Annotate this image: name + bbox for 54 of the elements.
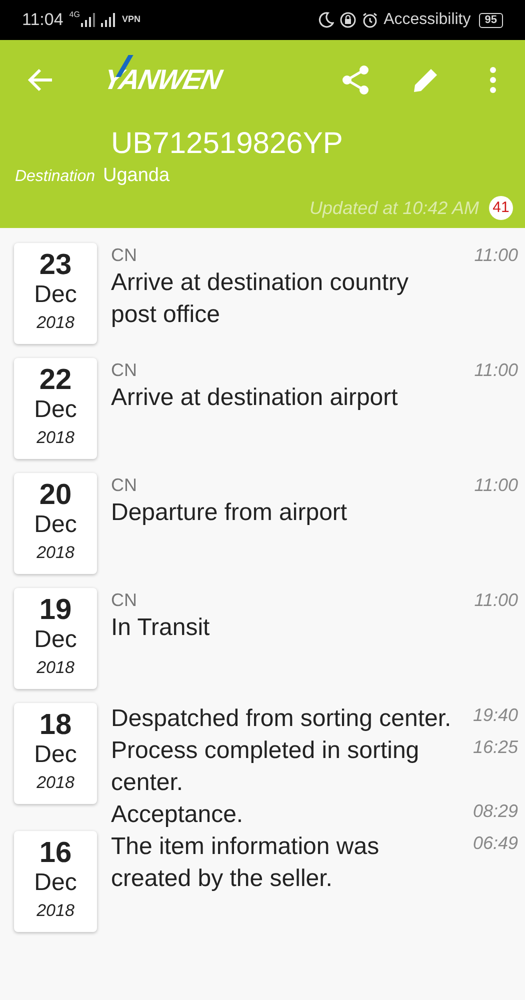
date-year: 2018	[36, 772, 74, 794]
event-text: Process completed in sorting center.	[111, 736, 420, 798]
date-day: 22	[39, 364, 72, 396]
signal-icon	[100, 13, 117, 27]
event-text: Acceptance.	[111, 800, 244, 830]
event-text: In Transit	[111, 613, 211, 643]
date-day: 19	[39, 594, 72, 626]
count-badge: 41	[489, 196, 513, 220]
accessibility-label: Accessibility	[384, 10, 471, 30]
date-month: Dec	[34, 511, 77, 539]
date-year: 2018	[36, 312, 74, 334]
event-time: 11:00	[473, 589, 518, 612]
tracking-number: UB712519826YP	[111, 126, 344, 162]
date-day: 23	[39, 249, 72, 281]
date-day: 18	[39, 709, 72, 741]
event-text: The item information was created by the seller.	[111, 832, 380, 894]
origin-code: CN	[111, 244, 138, 267]
origin-code: CN	[111, 589, 138, 612]
network-type: 4G	[69, 9, 80, 21]
event-text: Arrive at destination airport	[111, 383, 399, 413]
event-time: 11:00	[473, 359, 518, 382]
date-month: Dec	[34, 626, 77, 654]
vpn-label: VPN	[122, 13, 140, 26]
date-year: 2018	[36, 542, 74, 564]
event-time: 06:49	[472, 832, 518, 855]
date-year: 2018	[36, 657, 74, 679]
event-time: 16:25	[472, 736, 518, 759]
lock-icon	[340, 12, 356, 28]
alarm-icon	[362, 12, 378, 28]
event-text: Despatched from sorting center.	[111, 704, 452, 734]
event-time: 11:00	[473, 244, 518, 267]
status-time: 11:04	[22, 9, 64, 32]
event-text: Arrive at destination country post office	[111, 268, 410, 330]
date-day: 20	[39, 479, 72, 511]
event-time: 19:40	[472, 704, 518, 727]
event-text: Departure from airport	[111, 498, 348, 528]
updated-time: Updated at 10:42 AM	[310, 196, 479, 220]
back-button[interactable]	[26, 66, 54, 94]
signal-icon	[80, 13, 95, 27]
origin-code: CN	[111, 474, 138, 497]
event-time: 11:00	[473, 474, 518, 497]
event-time: 08:29	[472, 800, 518, 823]
destination-label: Destination	[14, 167, 96, 187]
date-year: 2018	[36, 427, 74, 449]
origin-code: CN	[111, 359, 138, 382]
destination-value: Uganda	[103, 164, 170, 188]
date-month: Dec	[34, 741, 77, 769]
date-month: Dec	[34, 396, 77, 424]
date-day: 16	[39, 837, 72, 869]
date-month: Dec	[34, 869, 77, 897]
date-year: 2018	[36, 900, 74, 922]
date-month: Dec	[34, 281, 77, 309]
battery-icon: 95	[478, 12, 503, 28]
moon-icon	[318, 12, 334, 28]
